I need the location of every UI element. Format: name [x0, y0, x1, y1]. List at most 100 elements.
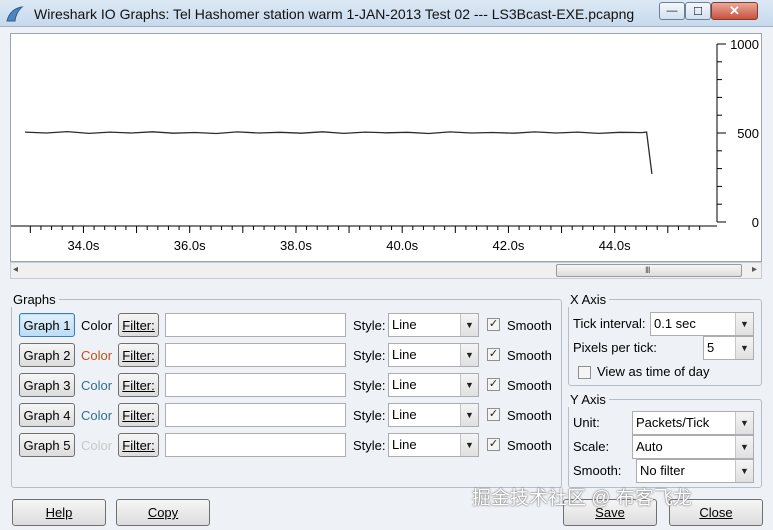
time-of-day-label: View as time of day	[597, 364, 710, 379]
smooth-label: Smooth	[507, 438, 552, 453]
x-tick-label: 36.0s	[174, 238, 206, 253]
graph-color-label[interactable]: Color	[81, 318, 112, 333]
graph-color-label[interactable]: Color	[81, 408, 112, 423]
chevron-down-icon: ▼	[735, 337, 753, 359]
y-smooth-select[interactable]: No filter ▼	[636, 459, 754, 483]
filter-input[interactable]	[165, 343, 346, 367]
smooth-checkbox[interactable]: ✓	[487, 378, 500, 391]
style-label: Style:	[353, 348, 386, 363]
x-tick-label: 38.0s	[280, 238, 312, 253]
smooth-label: Smooth	[507, 348, 552, 363]
filter-input[interactable]	[165, 373, 346, 397]
close-button-label: Close	[699, 505, 733, 520]
style-label: Style:	[353, 318, 386, 333]
graphs-legend: Graphs	[13, 292, 56, 307]
style-select[interactable]: Line ▼	[388, 373, 479, 397]
y-smooth-label: Smooth:	[573, 463, 622, 478]
help-button-label: Help	[45, 505, 73, 520]
graph-color-label[interactable]: Color	[81, 438, 112, 453]
chevron-down-icon: ▼	[460, 404, 478, 426]
smooth-label: Smooth	[507, 408, 552, 423]
style-select[interactable]: Line ▼	[388, 433, 479, 457]
pixels-per-tick-select[interactable]: 5 ▼	[703, 336, 754, 360]
pixels-per-tick-value: 5	[707, 340, 715, 355]
graph-button[interactable]: Graph 5	[19, 433, 75, 457]
chevron-down-icon: ▼	[460, 314, 478, 336]
x-tick-label: 42.0s	[493, 238, 525, 253]
graph-button[interactable]: Graph 4	[19, 403, 75, 427]
graph-button[interactable]: Graph 3	[19, 373, 75, 397]
scale-value: Auto	[636, 439, 663, 454]
tick-interval-select[interactable]: 0.1 sec ▼	[650, 312, 754, 336]
filter-input[interactable]	[165, 433, 346, 457]
style-select[interactable]: Line ▼	[388, 343, 479, 367]
wireshark-app-icon	[6, 6, 24, 22]
window-title: Wireshark IO Graphs: Tel Hashomer statio…	[34, 6, 635, 22]
y-tick-label: 500	[737, 126, 759, 141]
scroll-left-arrow-icon[interactable]: ◂	[13, 264, 18, 275]
filter-button[interactable]: Filter:	[118, 373, 159, 397]
pixels-per-tick-label: Pixels per tick:	[573, 340, 657, 355]
minimize-button[interactable]: —	[659, 2, 685, 20]
scale-select[interactable]: Auto ▼	[632, 435, 754, 459]
copy-button-label: Copy	[147, 505, 179, 520]
smooth-checkbox[interactable]: ✓	[487, 408, 500, 421]
scroll-right-arrow-icon[interactable]: ▸	[752, 264, 757, 275]
scrollbar-thumb[interactable]: III	[556, 264, 742, 277]
chevron-down-icon: ▼	[735, 313, 753, 335]
close-icon: ✕	[729, 3, 740, 18]
y-tick-label: 0	[752, 215, 759, 230]
style-label: Style:	[353, 378, 386, 393]
filter-button[interactable]: Filter:	[118, 313, 159, 337]
chevron-down-icon: ▼	[735, 436, 753, 458]
y-smooth-value: No filter	[640, 463, 685, 478]
series-line	[24, 130, 653, 174]
filter-button[interactable]: Filter:	[118, 403, 159, 427]
smooth-checkbox[interactable]: ✓	[487, 318, 500, 331]
smooth-label: Smooth	[507, 378, 552, 393]
filter-input[interactable]	[165, 313, 346, 337]
chevron-down-icon: ▼	[460, 374, 478, 396]
smooth-checkbox[interactable]: ✓	[487, 438, 500, 451]
minimize-icon: —	[666, 5, 678, 17]
chevron-down-icon: ▼	[735, 412, 753, 434]
maximize-icon: ☐	[693, 5, 703, 18]
maximize-button[interactable]: ☐	[685, 2, 711, 20]
title-bar: Wireshark IO Graphs: Tel Hashomer statio…	[0, 0, 773, 27]
io-graph-plot[interactable]: 34.0s 36.0s 38.0s 40.0s 42.0s 44.0s 1000 500 0	[10, 33, 762, 262]
style-value: Line	[392, 377, 417, 392]
smooth-checkbox[interactable]: ✓	[487, 348, 500, 361]
unit-select[interactable]: Packets/Tick ▼	[632, 411, 754, 435]
graph-button[interactable]: Graph 2	[19, 343, 75, 367]
chevron-down-icon: ▼	[460, 344, 478, 366]
time-of-day-checkbox[interactable]	[578, 366, 591, 379]
scale-label: Scale:	[573, 439, 610, 454]
style-select[interactable]: Line ▼	[388, 313, 479, 337]
scrollbar-grip-icon: III	[645, 265, 650, 275]
filter-button[interactable]: Filter:	[118, 343, 159, 367]
graph-color-label[interactable]: Color	[81, 348, 112, 363]
close-window-button[interactable]: ✕	[711, 2, 758, 20]
style-value: Line	[392, 437, 417, 452]
io-graph-chart: 34.0s 36.0s 38.0s 40.0s 42.0s 44.0s 1000 500 0	[11, 37, 759, 253]
filter-input[interactable]	[165, 403, 346, 427]
graph-button[interactable]: Graph 1	[19, 313, 75, 337]
style-label: Style:	[353, 438, 386, 453]
style-value: Line	[392, 347, 417, 362]
filter-button[interactable]: Filter:	[118, 433, 159, 457]
y-axis-legend: Y Axis	[570, 392, 606, 407]
style-value: Line	[392, 317, 417, 332]
graph-color-label[interactable]: Color	[81, 378, 112, 393]
x-axis-legend: X Axis	[570, 292, 607, 307]
plot-horizontal-scrollbar[interactable]: ◂ III ▸	[10, 262, 762, 279]
chevron-down-icon: ▼	[460, 434, 478, 456]
style-select[interactable]: Line ▼	[388, 403, 479, 427]
tick-interval-label: Tick interval:	[573, 316, 646, 331]
x-tick-label: 34.0s	[68, 238, 100, 253]
copy-button[interactable]: Copy	[116, 499, 210, 526]
y-tick-label: 1000	[730, 37, 759, 52]
help-button[interactable]: Help	[12, 499, 106, 526]
chevron-down-icon: ▼	[735, 460, 753, 482]
watermark-text: 掘金技术社区 @ 布客飞龙	[472, 488, 692, 509]
unit-label: Unit:	[573, 415, 600, 430]
